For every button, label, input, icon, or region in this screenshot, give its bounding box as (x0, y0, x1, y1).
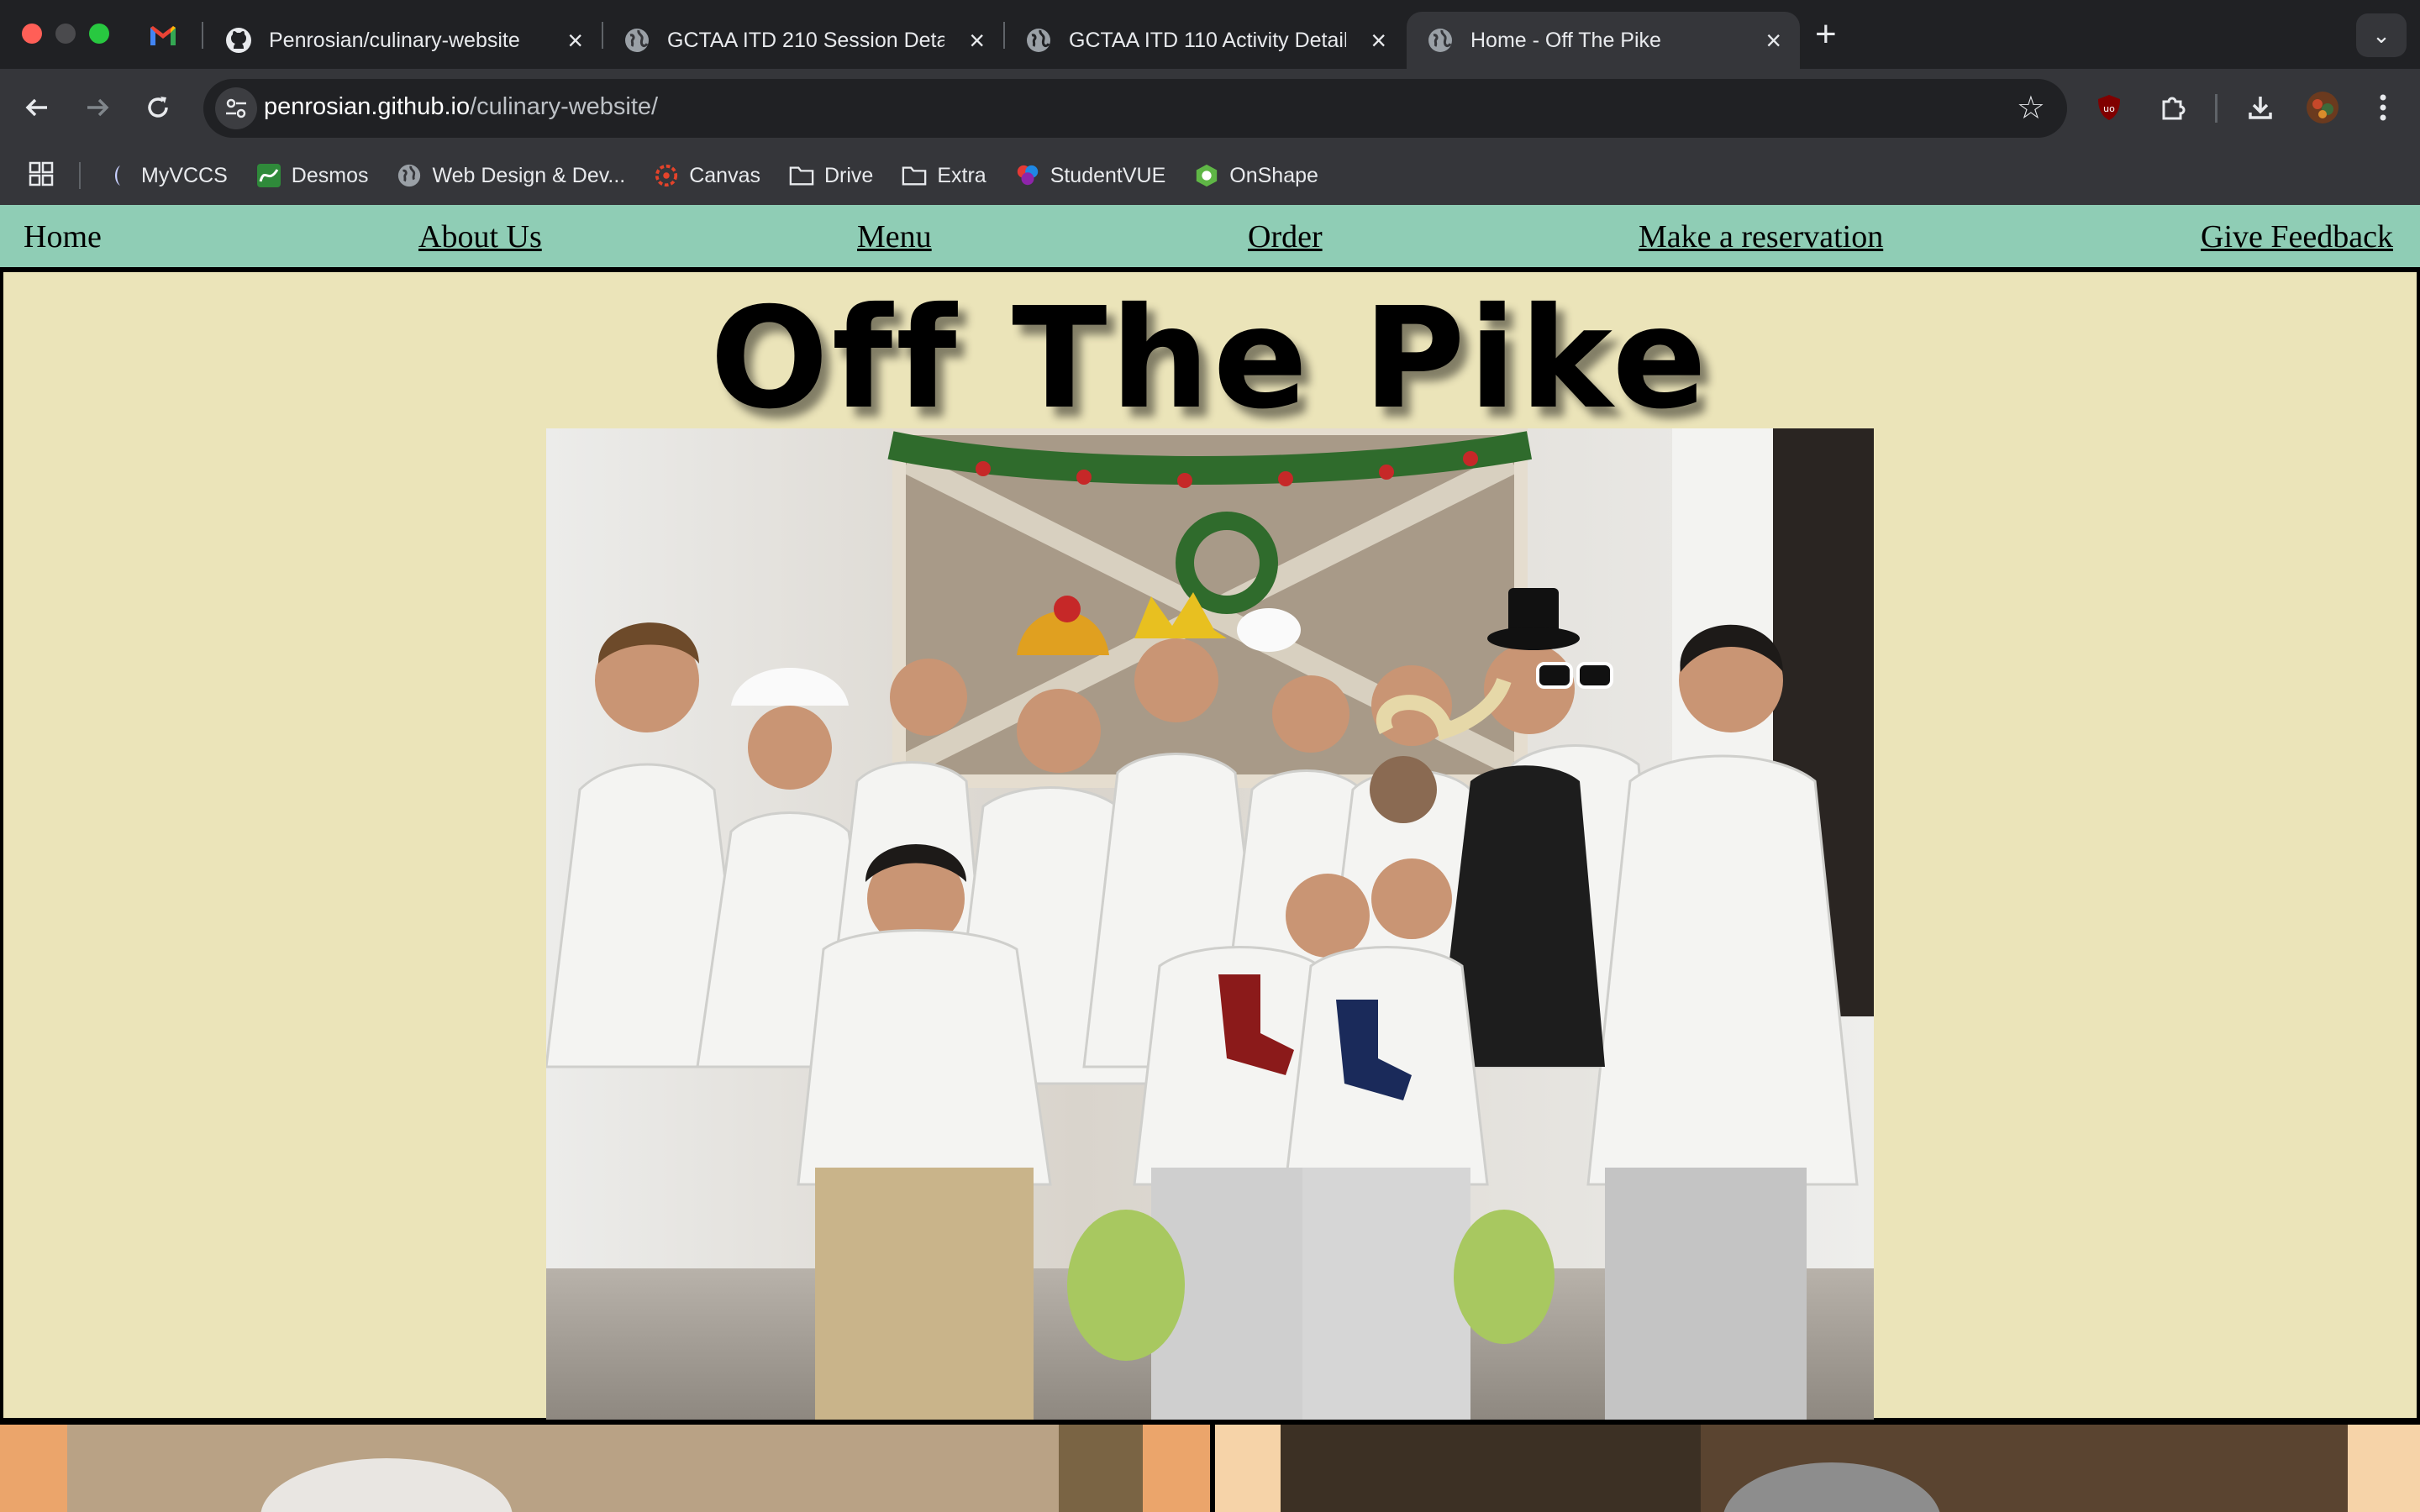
bookmark-web-design[interactable]: Web Design & Dev... (397, 163, 625, 188)
github-icon (226, 28, 251, 53)
bookmark-label: StudentVUE (1050, 163, 1166, 187)
bookmark-studentvue[interactable]: StudentVUE (1015, 163, 1166, 188)
studentvue-icon (1015, 163, 1040, 188)
url-host: penrosian.github.io (264, 93, 471, 120)
apps-button[interactable] (29, 161, 59, 191)
close-tab-icon[interactable]: × (969, 27, 985, 54)
myvccs-icon (106, 163, 131, 188)
gmail-pinned-tab[interactable] (148, 20, 178, 50)
globe-icon (1027, 29, 1050, 52)
desmos-icon (256, 163, 281, 188)
url-text[interactable]: penrosian.github.io/culinary-website/ (264, 93, 658, 121)
close-tab-icon[interactable]: × (567, 27, 583, 54)
nav-feedback-link[interactable]: Give Feedback (2201, 218, 2393, 255)
puzzle-icon (2162, 97, 2186, 120)
maximize-window-button[interactable] (89, 24, 109, 44)
avatar (2307, 92, 2338, 123)
gallery-strip (0, 1420, 2420, 1512)
nav-order-link[interactable]: Order (1248, 218, 1323, 255)
bookmark-label: Desmos (291, 163, 369, 187)
gallery-images (0, 1425, 2420, 1512)
tab-title: Penrosian/culinary-website (269, 28, 520, 52)
culinary-team-photo (546, 428, 1874, 1420)
bookmark-label: Extra (937, 163, 986, 187)
nav-about-link[interactable]: About Us (418, 218, 542, 255)
bookmark-extra[interactable]: Extra (902, 163, 986, 188)
back-button[interactable] (17, 87, 57, 128)
browser-toolbar: penrosian.github.io/culinary-website/ ☆ … (0, 69, 2420, 146)
ublock-icon: uo (2098, 95, 2120, 120)
bookmark-myvccs[interactable]: MyVCCS (106, 163, 228, 188)
tab-separator (202, 22, 203, 49)
bookmark-label: Drive (823, 163, 874, 187)
svg-text:uo: uo (2103, 103, 2115, 114)
close-tab-icon[interactable]: × (1370, 27, 1386, 54)
reload-button[interactable] (138, 87, 178, 128)
tab-itd110[interactable]: GCTAA ITD 110 Activity Detail × (1005, 12, 1405, 69)
bookmark-star-icon[interactable]: ☆ (2017, 89, 2045, 127)
bookmark-desmos[interactable]: Desmos (256, 163, 369, 188)
bookmark-label: Web Design & Dev... (432, 163, 626, 187)
close-window-button[interactable] (22, 24, 42, 44)
tune-icon (226, 98, 246, 118)
onshape-icon (1194, 163, 1219, 188)
tab-off-the-pike[interactable]: Home - Off The Pike × (1407, 12, 1800, 69)
globe-icon (1428, 29, 1452, 52)
site-title: Off The Pike (709, 278, 1711, 440)
extensions-button[interactable] (2153, 87, 2193, 128)
photo-illustration (546, 428, 1874, 1420)
downloads-button[interactable] (2240, 87, 2281, 128)
ublock-extension-button[interactable]: uo (2089, 87, 2129, 128)
site-info-button[interactable] (215, 87, 257, 129)
site-navigation: Home About Us Menu Order Make a reservat… (0, 205, 2420, 272)
tab-title: Home - Off The Pike (1470, 28, 1661, 52)
bookmark-label: OnShape (1229, 163, 1318, 187)
new-tab-button[interactable]: + (1815, 12, 1837, 57)
folder-icon (789, 163, 814, 188)
tab-title: GCTAA ITD 110 Activity Detail (1069, 28, 1346, 52)
profile-button[interactable] (2302, 87, 2343, 128)
forward-arrow-icon (87, 98, 109, 117)
address-bar[interactable]: penrosian.github.io/culinary-website/ ☆ (203, 79, 2067, 138)
tab-search-button[interactable]: ⌄ (2356, 13, 2407, 57)
nav-home-link[interactable]: Home (24, 218, 102, 255)
chrome-menu-button[interactable] (2363, 87, 2403, 128)
download-icon (2249, 97, 2272, 119)
toolbar-separator (2215, 94, 2217, 123)
bookmarks-bar: MyVCCS Desmos Web Design & Dev... Canvas… (0, 146, 2420, 205)
tab-itd210[interactable]: GCTAA ITD 210 Session Detai × (603, 12, 1003, 69)
close-tab-icon[interactable]: × (1765, 27, 1781, 54)
bookmarks-separator (79, 162, 81, 189)
nav-menu-link[interactable]: Menu (857, 218, 932, 255)
bookmark-canvas[interactable]: Canvas (654, 163, 760, 188)
more-vert-icon (2380, 94, 2386, 121)
bookmark-label: MyVCCS (141, 163, 228, 187)
chevron-down-icon: ⌄ (2372, 23, 2391, 48)
url-path: /culinary-website/ (470, 93, 659, 120)
canvas-icon (654, 163, 679, 188)
reload-icon (148, 97, 168, 118)
tab-github[interactable]: Penrosian/culinary-website × (205, 12, 602, 69)
globe-icon (625, 29, 649, 52)
tab-strip: Penrosian/culinary-website × GCTAA ITD 2… (0, 0, 2420, 69)
web-page: Home About Us Menu Order Make a reservat… (0, 205, 2420, 1512)
folder-icon (902, 163, 927, 188)
globe-icon (397, 163, 422, 188)
bookmark-drive[interactable]: Drive (789, 163, 873, 188)
back-arrow-icon (25, 98, 47, 117)
gmail-icon (150, 26, 176, 45)
apps-grid-icon (29, 161, 54, 186)
tab-title: GCTAA ITD 210 Session Detai (667, 28, 944, 52)
bookmark-onshape[interactable]: OnShape (1194, 163, 1318, 188)
minimize-window-button[interactable] (55, 24, 76, 44)
bookmark-label: Canvas (689, 163, 760, 187)
nav-reservation-link[interactable]: Make a reservation (1639, 218, 1883, 255)
forward-button[interactable] (77, 87, 118, 128)
